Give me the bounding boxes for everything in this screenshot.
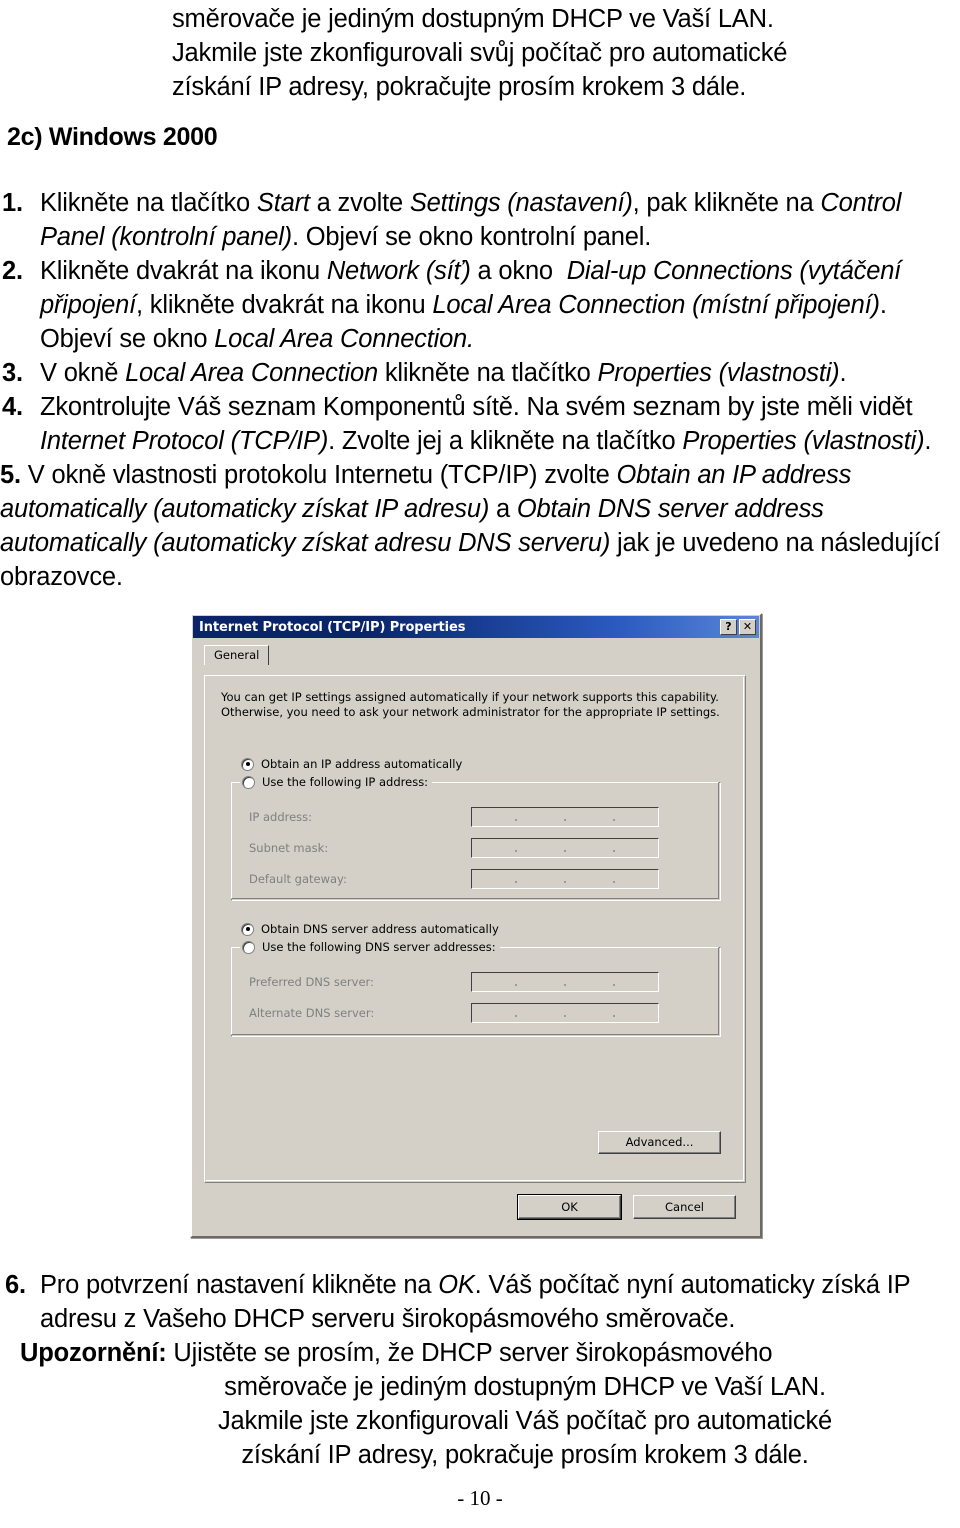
field-preferred-dns: Preferred DNS server: — [249, 972, 744, 992]
step-item: 2. Klikněte dvakrát na ikonu Network (sí… — [0, 254, 950, 356]
notice-label: Upozornění: — [20, 1339, 167, 1367]
page-number: - 10 - — [457, 1486, 503, 1510]
intro-line: směrovače je jediným dostupným DHCP ve V… — [172, 5, 774, 33]
groupbox-static-ip: Use the following IP address: IP address… — [231, 775, 721, 901]
step-text: Zkontrolujte Váš seznam Komponentů sítě.… — [40, 393, 932, 455]
ip-separator-dot — [515, 819, 518, 821]
step-body: V okně vlastnosti protokolu Internetu (T… — [0, 461, 941, 591]
section-heading: 2c) Windows 2000 — [7, 123, 218, 151]
radio-indicator-icon — [241, 757, 254, 771]
ip-separator-dot — [612, 850, 615, 852]
cancel-button[interactable]: Cancel — [633, 1195, 736, 1219]
step-number: 1. — [2, 189, 23, 217]
help-icon[interactable]: ? — [720, 619, 737, 635]
field-default-gateway: Default gateway: — [249, 869, 744, 889]
step-text: V okně Local Area Connection klikněte na… — [40, 359, 847, 387]
steps-list: 1. Klikněte na tlačítko Start a zvolte S… — [0, 186, 950, 594]
alternate-dns-input[interactable] — [471, 1003, 659, 1023]
step-text: 5. V okně vlastnosti protokolu Internetu… — [0, 458, 950, 594]
groupbox-static-dns: Use the following DNS server addresses: … — [231, 940, 721, 1037]
ip-separator-dot — [612, 881, 615, 883]
ip-address-input[interactable] — [471, 807, 659, 827]
dialog-description: You can get IP settings assigned automat… — [221, 690, 720, 719]
radio-obtain-ip-automatically[interactable]: Obtain an IP address automatically — [241, 757, 462, 771]
field-label: Default gateway: — [249, 872, 347, 886]
ip-separator-dot — [612, 984, 615, 986]
advanced-button[interactable]: Advanced... — [598, 1131, 721, 1154]
close-icon[interactable]: ✕ — [739, 619, 756, 635]
tabstrip: General — [204, 645, 760, 665]
intro-paragraph: směrovače je jediným dostupným DHCP ve V… — [172, 2, 932, 104]
field-label: Alternate DNS server: — [249, 1006, 375, 1020]
radio-indicator-icon — [242, 775, 255, 789]
field-label: Subnet mask: — [249, 841, 329, 855]
radio-label: Use the following IP address: — [262, 775, 429, 789]
ip-separator-dot — [563, 1015, 566, 1017]
ip-separator-dot — [563, 819, 566, 821]
notice-first-line: Upozornění: Ujistěte se prosím, že DHCP … — [20, 1336, 950, 1370]
notice-line: Jakmile jste zkonfigurovali Váš počítač … — [217, 1407, 833, 1435]
radio-indicator-icon — [241, 922, 254, 936]
ip-separator-dot — [515, 1015, 518, 1017]
ok-button-label: OK — [561, 1200, 578, 1214]
notice-line: získání IP adresy, pokračuje prosím krok… — [241, 1441, 809, 1469]
ip-separator-dot — [563, 881, 566, 883]
titlebar-buttons: ? ✕ — [720, 619, 759, 635]
radio-label: Use the following DNS server addresses: — [262, 940, 496, 954]
step-item: 5. V okně vlastnosti protokolu Internetu… — [0, 458, 950, 594]
ip-separator-dot — [612, 1015, 615, 1017]
notice-block: Upozornění: Ujistěte se prosím, že DHCP … — [20, 1336, 950, 1472]
step-number: 4. — [2, 393, 23, 421]
step-number: 3. — [2, 359, 23, 387]
ip-separator-dot — [563, 984, 566, 986]
field-label: IP address: — [249, 810, 313, 824]
notice-line: směrovače je jediným dostupným DHCP ve V… — [224, 1373, 826, 1401]
step-item: 3. V okně Local Area Connection klikněte… — [0, 356, 950, 390]
intro-line: získání IP adresy, pokračujte prosím kro… — [172, 73, 747, 101]
advanced-button-label: Advanced... — [625, 1135, 694, 1149]
field-ip-address: IP address: — [249, 807, 744, 827]
radio-indicator-icon — [242, 940, 255, 954]
tcpip-properties-dialog: Internet Protocol (TCP/IP) Properties ? … — [190, 613, 762, 1238]
field-subnet-mask: Subnet mask: — [249, 838, 744, 858]
dialog-title: Internet Protocol (TCP/IP) Properties — [199, 619, 466, 635]
step-text: Klikněte na tlačítko Start a zvolte Sett… — [40, 189, 902, 251]
step-item: 4. Zkontrolujte Váš seznam Komponentů sí… — [0, 390, 950, 458]
intro-line: Jakmile jste zkonfigurovali svůj počítač… — [172, 39, 788, 67]
dialog-titlebar[interactable]: Internet Protocol (TCP/IP) Properties ? … — [193, 616, 759, 638]
subnet-mask-input[interactable] — [471, 838, 659, 858]
radio-use-following-ip[interactable]: Use the following IP address: — [240, 775, 433, 789]
ip-separator-dot — [515, 881, 518, 883]
step-number: 5. — [0, 461, 21, 489]
default-gateway-input[interactable] — [471, 869, 659, 889]
step-text: Klikněte dvakrát na ikonu Network (síť) … — [40, 257, 902, 353]
ip-separator-dot — [515, 850, 518, 852]
ok-button[interactable]: OK — [518, 1195, 621, 1219]
tab-general[interactable]: General — [204, 645, 270, 665]
tab-panel-general: You can get IP settings assigned automat… — [204, 675, 746, 1183]
preferred-dns-input[interactable] — [471, 972, 659, 992]
ip-separator-dot — [612, 819, 615, 821]
radio-label: Obtain an IP address automatically — [261, 757, 463, 771]
notice-text: Ujistěte se prosím, že DHCP server širok… — [166, 1339, 773, 1367]
radio-obtain-dns-automatically[interactable]: Obtain DNS server address automatically — [241, 922, 499, 936]
field-alternate-dns: Alternate DNS server: — [249, 1003, 744, 1023]
document-page: směrovače je jediným dostupným DHCP ve V… — [0, 0, 960, 1528]
radio-use-following-dns[interactable]: Use the following DNS server addresses: — [240, 940, 500, 954]
ip-separator-dot — [515, 984, 518, 986]
tail-steps: 6. Pro potvrzení nastavení klikněte na O… — [0, 1268, 950, 1336]
step-item: 1. Klikněte na tlačítko Start a zvolte S… — [0, 186, 950, 254]
step-number: 2. — [2, 257, 23, 285]
step-item: 6. Pro potvrzení nastavení klikněte na O… — [0, 1268, 950, 1336]
field-label: Preferred DNS server: — [249, 975, 374, 989]
step-text: Pro potvrzení nastavení klikněte na OK. … — [40, 1271, 911, 1333]
step-number: 6. — [5, 1271, 26, 1299]
cancel-button-label: Cancel — [665, 1200, 704, 1214]
radio-label: Obtain DNS server address automatically — [261, 922, 499, 936]
ip-separator-dot — [563, 850, 566, 852]
